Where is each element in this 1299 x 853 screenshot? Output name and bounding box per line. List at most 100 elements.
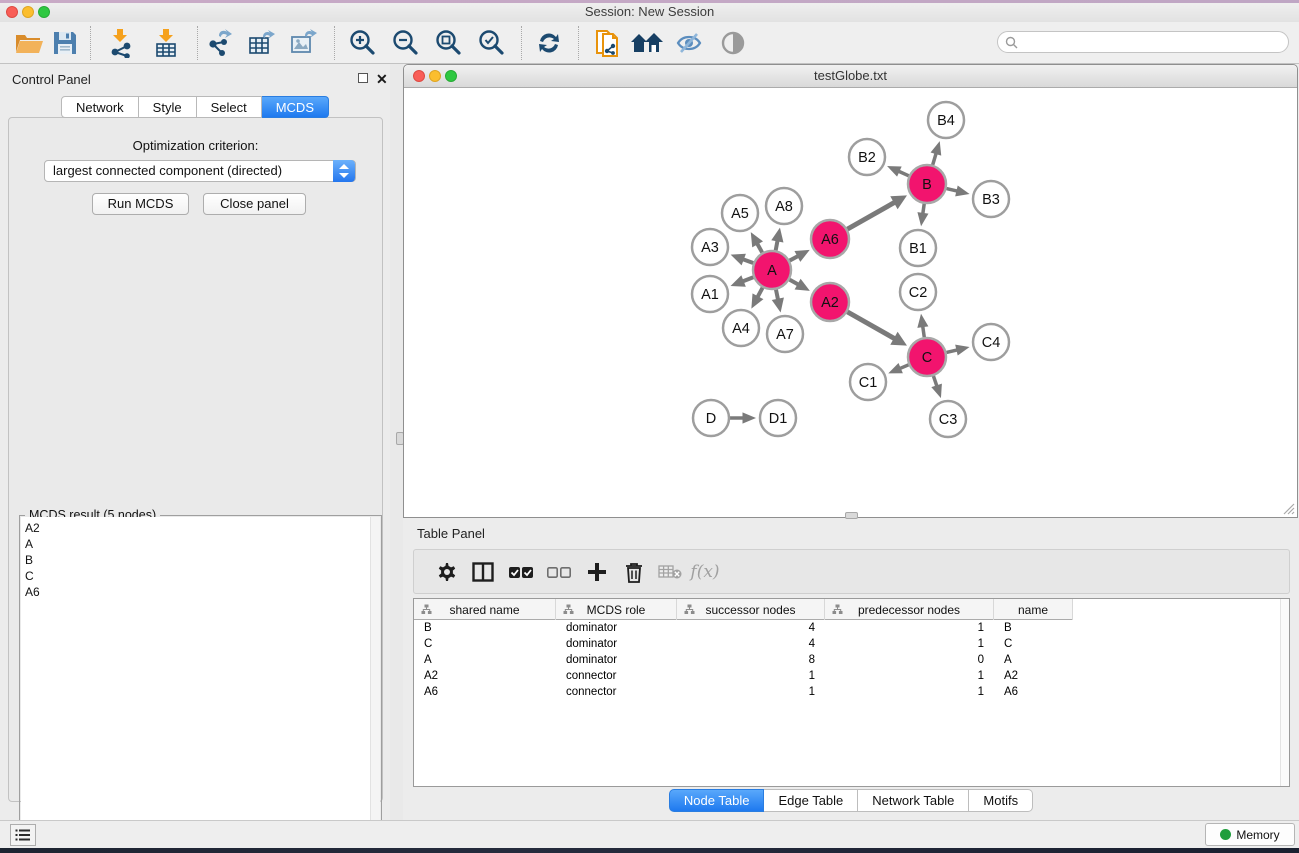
node-D[interactable]: D (693, 400, 729, 436)
network-canvas[interactable]: B4B2BB3B1A5A8A6A3AA1A4A7A2C2C4CC1C3DD1 (404, 88, 1297, 517)
network-window-titlebar[interactable]: testGlobe.txt (404, 65, 1297, 88)
node-A7[interactable]: A7 (767, 316, 803, 352)
delete-table-icon[interactable] (654, 557, 686, 587)
divider-handle[interactable] (845, 512, 858, 519)
network-close-traffic-light[interactable] (413, 70, 425, 82)
column-header-MCDS-role[interactable]: MCDS role (556, 599, 677, 620)
table-row[interactable]: A2connector11A2 (414, 668, 1289, 684)
show-panels-icon[interactable] (716, 27, 750, 59)
task-history-button[interactable] (10, 824, 36, 846)
edge-A-A6[interactable] (790, 250, 810, 262)
export-table-icon[interactable] (245, 27, 279, 59)
float-panel-icon[interactable] (358, 73, 368, 83)
node-A[interactable]: A (753, 251, 791, 289)
function-builder-icon[interactable]: f(x) (689, 557, 721, 587)
close-panel-button[interactable]: Close panel (203, 193, 306, 215)
node-A8[interactable]: A8 (766, 188, 802, 224)
tab-mcds[interactable]: MCDS (262, 96, 329, 118)
delete-icon[interactable] (618, 557, 650, 587)
zoom-fit-icon[interactable] (431, 27, 465, 59)
network-graph[interactable]: B4B2BB3B1A5A8A6A3AA1A4A7A2C2C4CC1C3DD1 (404, 88, 1297, 517)
mcds-result-item[interactable]: A6 (25, 584, 372, 600)
window-resize-grip[interactable] (1281, 501, 1295, 515)
edge-C-C2[interactable] (917, 314, 928, 337)
gear-icon[interactable] (430, 557, 462, 587)
tab-node-table[interactable]: Node Table (669, 789, 765, 812)
mcds-result-item[interactable]: A (25, 536, 372, 552)
edge-B-B1[interactable] (917, 204, 928, 226)
edge-C-C3[interactable] (931, 376, 942, 398)
edge-A-A2[interactable] (790, 279, 810, 291)
node-C2[interactable]: C2 (900, 274, 936, 310)
table-scrollbar[interactable] (1280, 599, 1289, 786)
export-network-icon[interactable] (203, 27, 237, 59)
node-A5[interactable]: A5 (722, 195, 758, 231)
minimize-traffic-light[interactable] (22, 6, 34, 18)
table-row[interactable]: Cdominator41C (414, 636, 1289, 652)
node-B[interactable]: B (908, 165, 946, 203)
tab-network-table[interactable]: Network Table (858, 789, 969, 812)
select-all-icon[interactable] (505, 557, 537, 587)
edge-B-B4[interactable] (931, 141, 942, 165)
node-A6[interactable]: A6 (811, 220, 849, 258)
import-table-icon[interactable] (149, 27, 183, 59)
open-file-icon[interactable] (12, 27, 46, 59)
import-network-icon[interactable] (104, 27, 138, 59)
node-B2[interactable]: B2 (849, 139, 885, 175)
node-D1[interactable]: D1 (760, 400, 796, 436)
network-minimize-traffic-light[interactable] (429, 70, 441, 82)
edge-B-B2[interactable] (887, 166, 909, 177)
node-B3[interactable]: B3 (973, 181, 1009, 217)
tab-style[interactable]: Style (139, 96, 197, 118)
zoom-traffic-light[interactable] (38, 6, 50, 18)
edge-B-B3[interactable] (946, 185, 969, 196)
mcds-result-item[interactable]: C (25, 568, 372, 584)
node-A4[interactable]: A4 (723, 310, 759, 346)
node-B1[interactable]: B1 (900, 230, 936, 266)
memory-button[interactable]: Memory (1205, 823, 1295, 846)
node-A1[interactable]: A1 (692, 276, 728, 312)
criterion-dropdown[interactable]: largest connected component (directed) (44, 160, 356, 182)
edge-A-A5[interactable] (751, 232, 763, 252)
node-C[interactable]: C (908, 338, 946, 376)
mcds-result-list[interactable]: A2ABCA6 (21, 517, 372, 851)
search-input[interactable] (997, 31, 1289, 53)
node-A3[interactable]: A3 (692, 229, 728, 265)
close-traffic-light[interactable] (6, 6, 18, 18)
tab-select[interactable]: Select (197, 96, 262, 118)
node-C1[interactable]: C1 (850, 364, 886, 400)
hide-panels-icon[interactable] (673, 27, 707, 59)
node-B4[interactable]: B4 (928, 102, 964, 138)
edge-C-C4[interactable] (946, 345, 969, 356)
column-view-icon[interactable] (467, 557, 499, 587)
edge-A-A4[interactable] (751, 288, 763, 309)
edge-A-A1[interactable] (731, 275, 754, 287)
network-zoom-traffic-light[interactable] (445, 70, 457, 82)
close-panel-icon[interactable]: ✕ (376, 73, 388, 85)
table-row[interactable]: A6connector11A6 (414, 684, 1289, 700)
column-header-name[interactable]: name (994, 599, 1073, 620)
add-column-icon[interactable] (581, 557, 613, 587)
column-header-successor-nodes[interactable]: successor nodes (677, 599, 825, 620)
edge-A-A3[interactable] (731, 254, 754, 266)
save-session-icon[interactable] (48, 27, 82, 59)
node-table[interactable]: shared nameMCDS rolesuccessor nodesprede… (413, 598, 1290, 787)
table-row[interactable]: Adominator80A (414, 652, 1289, 668)
tab-edge-table[interactable]: Edge Table (764, 789, 858, 812)
node-A2[interactable]: A2 (811, 283, 849, 321)
refresh-icon[interactable] (532, 27, 566, 59)
edge-A-A7[interactable] (772, 290, 784, 313)
mcds-result-scrollbar[interactable] (370, 517, 380, 851)
edge-A6-B[interactable] (847, 195, 907, 229)
welcome-screen-icon[interactable] (630, 27, 664, 59)
clone-network-icon[interactable] (590, 27, 624, 59)
zoom-selected-icon[interactable] (474, 27, 508, 59)
node-C3[interactable]: C3 (930, 401, 966, 437)
tab-motifs[interactable]: Motifs (969, 789, 1033, 812)
run-mcds-button[interactable]: Run MCDS (92, 193, 189, 215)
column-header-predecessor-nodes[interactable]: predecessor nodes (825, 599, 994, 620)
mcds-result-item[interactable]: A2 (25, 520, 372, 536)
mcds-result-item[interactable]: B (25, 552, 372, 568)
edge-A-A8[interactable] (771, 228, 783, 251)
deselect-all-icon[interactable] (543, 557, 575, 587)
